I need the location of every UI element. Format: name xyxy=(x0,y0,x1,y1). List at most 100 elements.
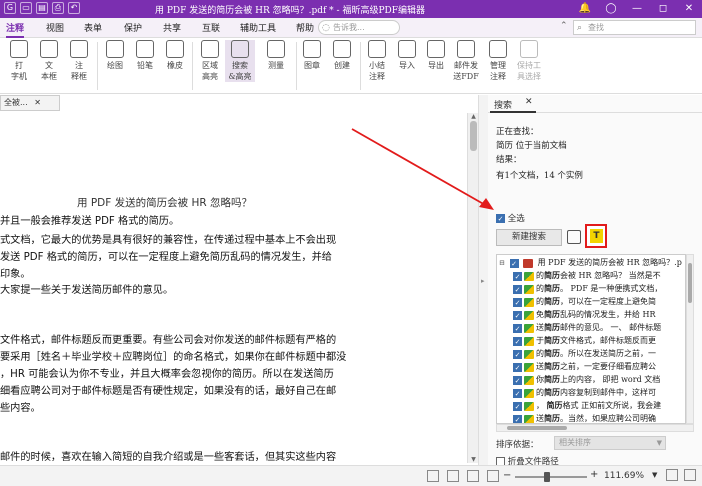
checkbox-checked-icon[interactable]: ✓ xyxy=(513,375,522,385)
search-panel-tab[interactable]: 搜索 xyxy=(494,98,512,111)
checkbox-checked-icon[interactable]: ✓ xyxy=(513,336,522,346)
drawing-button[interactable]: 绘图 xyxy=(100,40,130,71)
panel-splitter[interactable]: ▸ xyxy=(478,95,488,465)
callout-button[interactable]: 注 释框 xyxy=(64,40,94,82)
import-button[interactable]: 导入 xyxy=(392,40,422,71)
collapse-panel-icon[interactable]: ▸ xyxy=(481,277,485,285)
result-row[interactable]: ✓ 送简历之前，一定要仔细看应聘公 xyxy=(513,361,656,374)
scroll-thumb[interactable] xyxy=(470,121,477,151)
checkbox-checked-icon[interactable]: ✓ xyxy=(513,349,522,359)
user-icon[interactable]: ◯ xyxy=(598,0,624,18)
results-horizontal-scrollbar[interactable] xyxy=(496,424,694,432)
sort-label: 排序依据： xyxy=(496,440,539,450)
save-icon[interactable]: ▤ xyxy=(36,2,48,14)
new-search-button[interactable]: 新建搜索 xyxy=(496,229,562,246)
zoom-slider[interactable] xyxy=(515,476,587,478)
tab-help[interactable]: 帮助 xyxy=(296,21,314,34)
checkbox-checked-icon[interactable]: ✓ xyxy=(513,310,522,320)
result-row[interactable]: ✓ 于简历文件格式，邮件标题反而更 xyxy=(513,335,656,348)
query-line: 简历 位于当前文档 xyxy=(496,141,567,151)
continuous-facing-view-icon[interactable] xyxy=(487,470,499,482)
ribbon-separator xyxy=(192,42,193,90)
export-button[interactable]: 导出 xyxy=(421,40,451,71)
result-row[interactable]: ✓ 的简历，可以在一定程度上避免简 xyxy=(513,296,656,309)
keep-tool-selected-button[interactable]: 保持工 具选择 xyxy=(514,40,544,82)
result-file-row[interactable]: ⊟ ✓ 用 PDF 发送的简历会被 HR 忽略吗？.p xyxy=(499,257,682,270)
search-highlight-button[interactable]: 搜索 &高亮 xyxy=(225,40,255,82)
create-stamp-button[interactable]: 创建 xyxy=(327,40,357,71)
result-row[interactable]: ✓ 的简历内容复制到邮件中，这样可 xyxy=(513,387,656,400)
tab-accessibility[interactable]: 辅助工具 xyxy=(240,21,276,34)
print-icon[interactable]: ⎙ xyxy=(52,2,64,14)
checkbox-checked-icon[interactable]: ✓ xyxy=(513,388,522,398)
checkbox-checked-icon[interactable]: ✓ xyxy=(513,362,522,372)
tab-form[interactable]: 表单 xyxy=(84,21,102,34)
checkbox-checked-icon[interactable]: ✓ xyxy=(513,284,522,294)
summarize-comments-button[interactable]: 小结 注释 xyxy=(362,40,392,82)
result-row[interactable]: ✓ 的简历。所以在发送简历之前，一 xyxy=(513,348,656,361)
app-logo-icon[interactable]: G xyxy=(4,2,16,14)
zoom-out-button[interactable]: − xyxy=(503,470,511,481)
result-row[interactable]: ✓ 的简历会被 HR 忽略吗？ 当然是不 xyxy=(513,270,661,283)
checkbox-checked-icon[interactable]: ✓ xyxy=(513,401,522,411)
tab-share[interactable]: 共享 xyxy=(163,21,181,34)
manage-comments-button[interactable]: 管理 注释 xyxy=(483,40,513,82)
checkbox-checked-icon[interactable]: ✓ xyxy=(509,258,519,268)
close-icon[interactable]: ✕ xyxy=(34,98,41,107)
search-results-tree[interactable]: ⊟ ✓ 用 PDF 发送的简历会被 HR 忽略吗？.p ✓ 的简历会被 HR 忽略… xyxy=(496,254,686,424)
tab-protect[interactable]: 保护 xyxy=(124,21,142,34)
continuous-view-icon[interactable] xyxy=(447,470,459,482)
checkbox-checked-icon[interactable]: ✓ xyxy=(513,323,522,333)
single-page-view-icon[interactable] xyxy=(427,470,439,482)
scroll-thumb[interactable] xyxy=(507,426,567,430)
highlight-results-button[interactable]: T xyxy=(585,224,607,248)
open-icon[interactable]: ▭ xyxy=(20,2,32,14)
typewriter-button[interactable]: 打 字机 xyxy=(4,40,34,82)
document-tab[interactable]: 全被... ✕ xyxy=(0,95,60,111)
document-vertical-scrollbar[interactable]: ▲ ▼ xyxy=(467,113,478,463)
zoom-in-button[interactable]: + xyxy=(590,469,598,480)
fit-page-icon[interactable] xyxy=(666,469,678,481)
facing-view-icon[interactable] xyxy=(467,470,479,482)
save-results-icon[interactable] xyxy=(567,230,581,244)
document-line: 印象。 xyxy=(0,269,31,280)
eraser-button[interactable]: 橡皮 xyxy=(160,40,190,71)
results-vertical-scrollbar[interactable] xyxy=(686,254,694,424)
result-row[interactable]: ✓ 免简历乱码的情况发生，并给 HR xyxy=(513,309,656,322)
collapse-ribbon-icon[interactable]: ⌃ xyxy=(560,21,568,31)
area-highlight-button[interactable]: 区域 高亮 xyxy=(195,40,225,82)
tell-me-input[interactable]: ◌ 告诉我... xyxy=(318,20,400,35)
pencil-button[interactable]: 铅笔 xyxy=(130,40,160,71)
minimize-button[interactable]: — xyxy=(624,0,650,18)
chevron-down-icon[interactable]: ▼ xyxy=(652,471,657,479)
checkbox-checked-icon[interactable]: ✓ xyxy=(513,414,522,423)
measure-button[interactable]: 测量 xyxy=(261,40,291,71)
bell-icon[interactable]: 🔔 xyxy=(572,0,598,18)
result-row[interactable]: ✓ 送简历。当然，如果应聘公司明确 xyxy=(513,413,656,423)
close-icon[interactable]: ✕ xyxy=(525,97,533,107)
collapse-icon[interactable]: ⊟ xyxy=(499,259,507,267)
tab-connect[interactable]: 互联 xyxy=(202,21,220,34)
zoom-level[interactable]: 111.69% xyxy=(604,471,644,481)
pencil-icon xyxy=(136,40,154,58)
textbox-button[interactable]: 文 本框 xyxy=(34,40,64,82)
select-all-checkbox[interactable]: ✓ 全选 xyxy=(496,212,525,224)
result-row[interactable]: ✓， 简历格式 正如前文所说，我会建 xyxy=(513,400,661,413)
maximize-button[interactable]: ◻ xyxy=(650,0,676,18)
close-button[interactable]: ✕ xyxy=(676,0,702,18)
find-input[interactable]: ⌕ 查找 xyxy=(573,20,696,35)
tab-comment[interactable]: 注释 xyxy=(6,21,25,38)
fit-width-icon[interactable] xyxy=(684,469,696,481)
checkbox-checked-icon[interactable]: ✓ xyxy=(513,297,522,307)
email-fdf-button[interactable]: 邮件发 送FDF xyxy=(451,40,481,82)
checkbox-checked-icon[interactable]: ✓ xyxy=(513,271,522,281)
zoom-slider-handle[interactable] xyxy=(544,472,550,482)
stamp-button[interactable]: 图章 xyxy=(297,40,327,71)
sort-select[interactable]: 相关排序 ▼ xyxy=(554,436,666,450)
undo-icon[interactable]: ↶ xyxy=(68,2,80,14)
tab-view[interactable]: 视图 xyxy=(46,21,64,34)
scroll-thumb[interactable] xyxy=(688,263,692,303)
result-row[interactable]: ✓ 送简历邮件的意见。 一、 邮件标题 xyxy=(513,322,661,335)
result-row[interactable]: ✓ 的简历。 PDF 是一种便携式文档， xyxy=(513,283,662,296)
result-row[interactable]: ✓ 你简历上的内容， 即把 word 文档 xyxy=(513,374,660,387)
